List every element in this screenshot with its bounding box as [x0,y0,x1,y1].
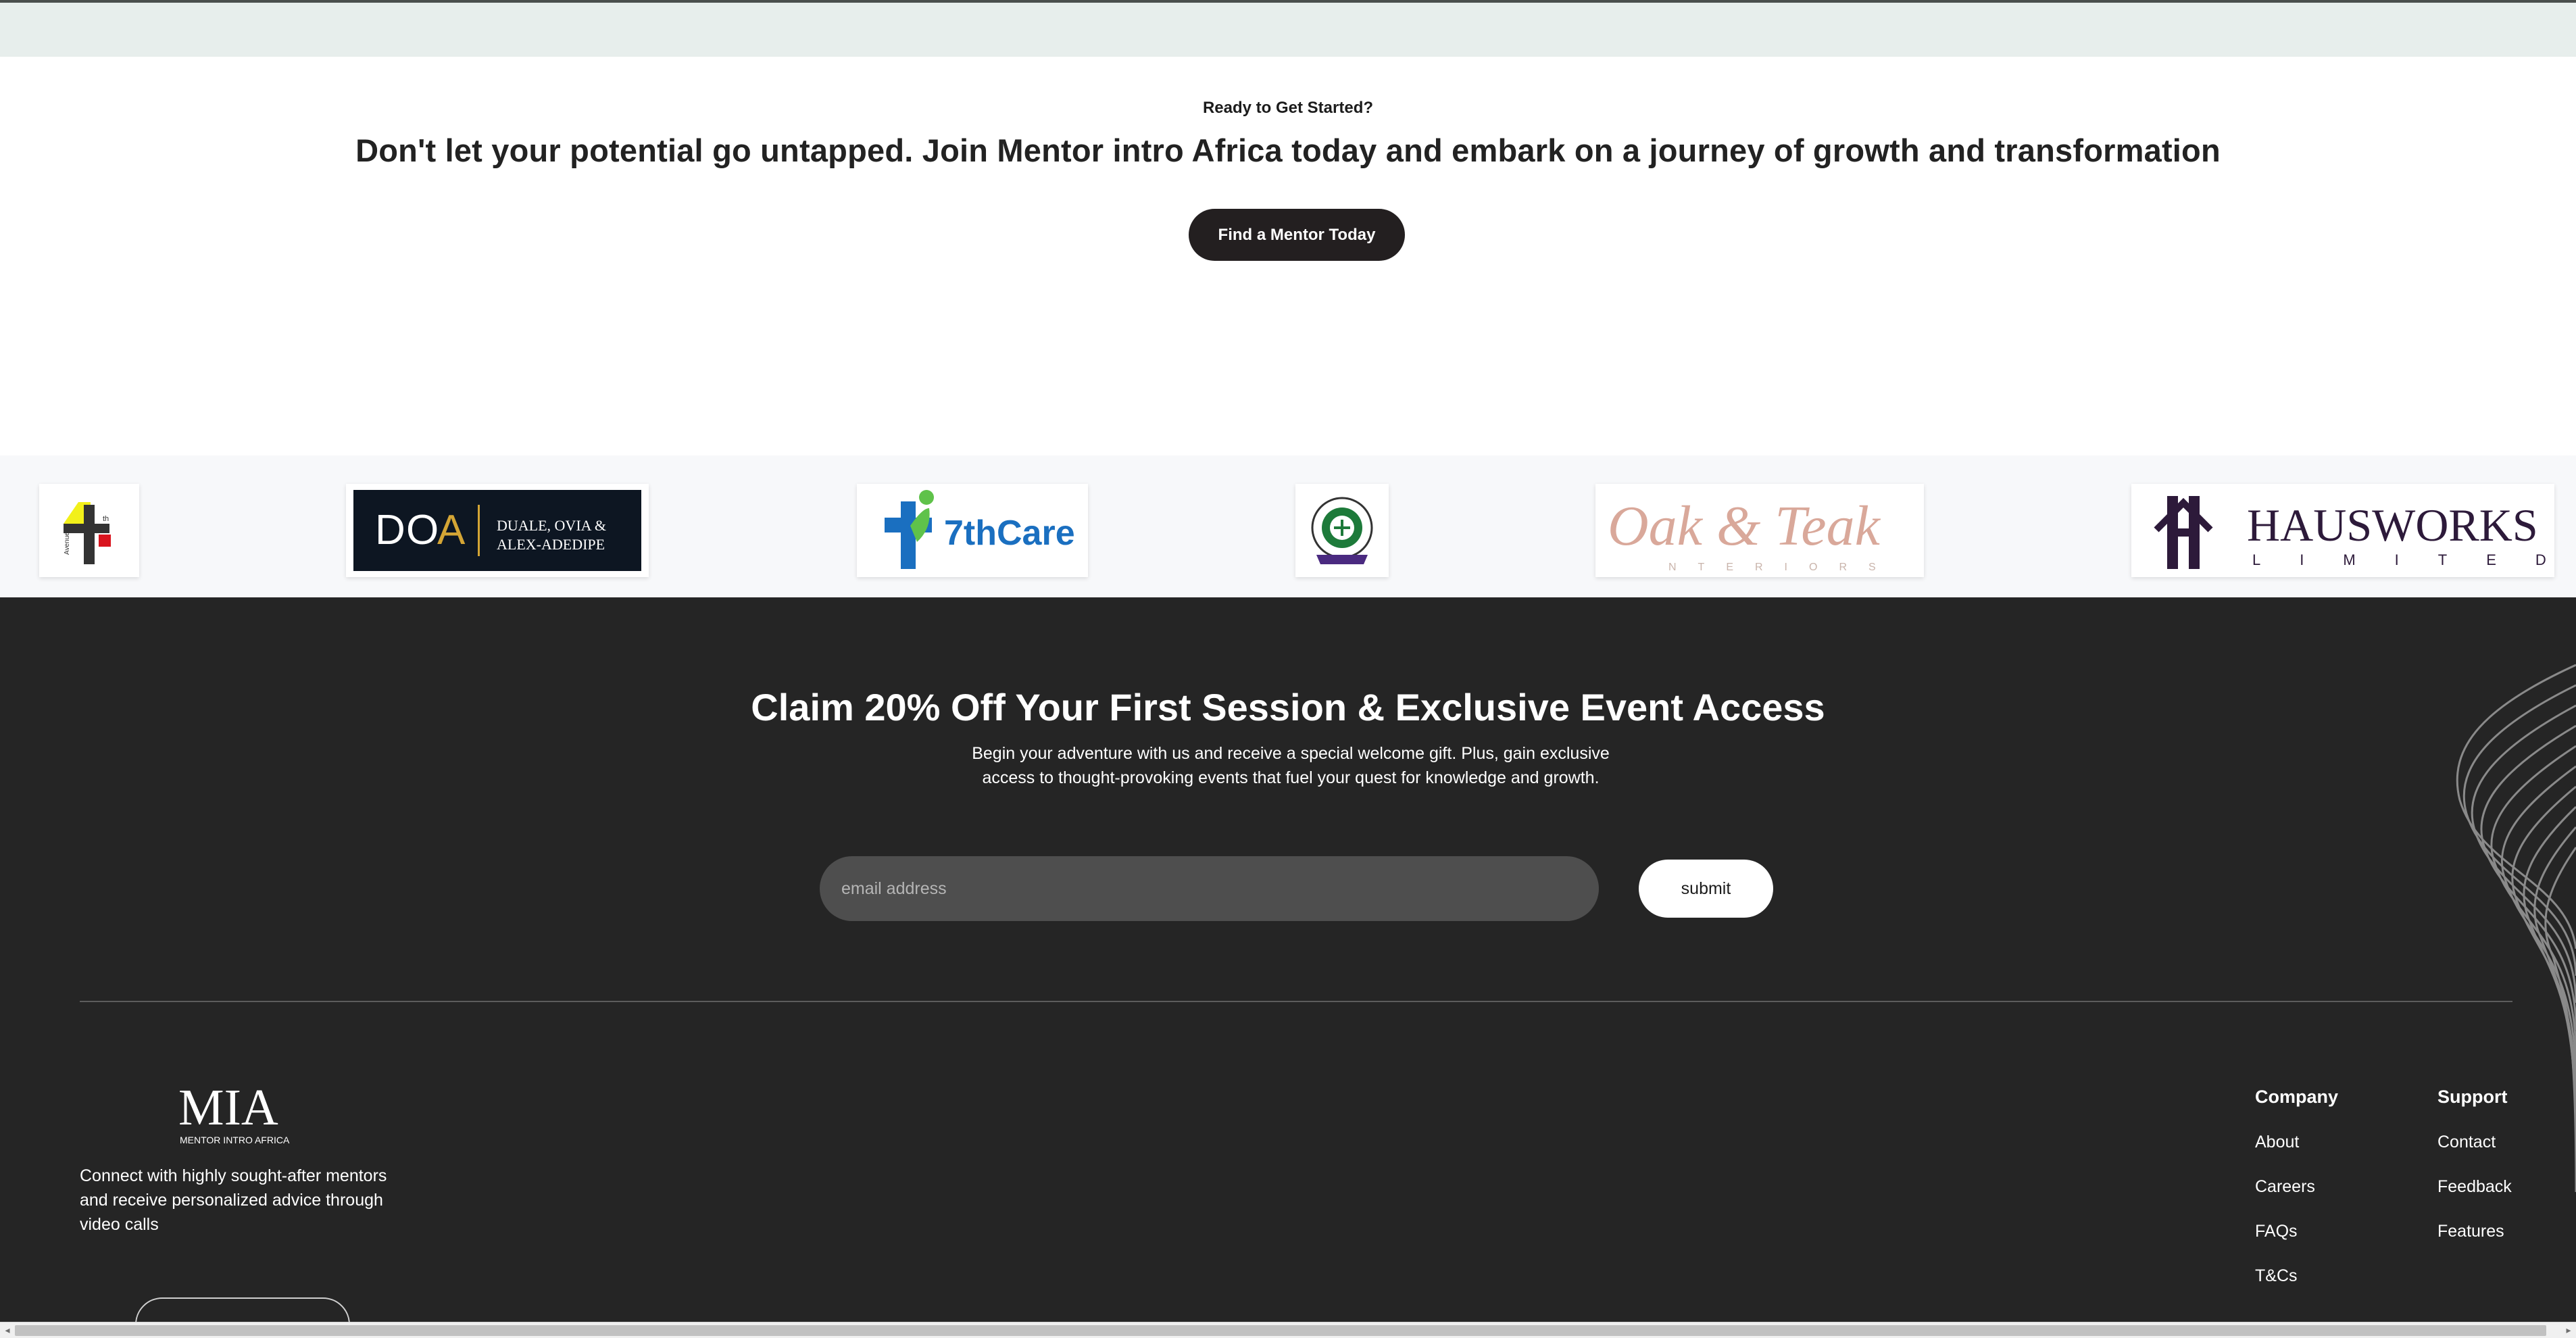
mia-logo-name: MENTOR INTRO AFRICA [180,1135,290,1145]
partner-logo-avenue4[interactable]: Avenue th [39,484,139,577]
cta-section: Ready to Get Started? Don't let your pot… [0,57,2576,455]
avenue4-logo-icon: Avenue th [64,502,111,564]
promo-title: Claim 20% Off Your First Session & Exclu… [751,686,1825,728]
footer-outline-button[interactable] [135,1297,350,1322]
svg-text:O: O [406,507,439,553]
footer-link-features[interactable]: Features [2437,1222,2504,1241]
find-mentor-button[interactable]: Find a Mentor Today [1189,209,1405,261]
footer-link-faqs[interactable]: FAQs [2255,1222,2298,1241]
oak-teak-wordmark: Oak & Teak [1608,495,1881,558]
oak-teak-sub: NTERIORS [1668,562,1898,573]
partner-logo-doa[interactable]: D O A DUALE, OVIA & ALEX-ADEDIPE [346,484,649,577]
cta-eyebrow: Ready to Get Started? [1202,99,1374,117]
email-input[interactable] [820,856,1599,921]
oak-teak-logo-icon: Oak & Teak NTERIORS [1608,495,1898,573]
footer-link-about[interactable]: About [2255,1133,2299,1152]
footer-link-feedback[interactable]: Feedback [2437,1177,2512,1197]
partner-logo-covenant[interactable] [1295,484,1389,577]
svg-text:Avenue: Avenue [64,532,71,555]
hausworks-sub: LIMITED [2252,551,2546,568]
footer-divider [80,1001,2512,1002]
promo-text: Begin your adventure with us and receive… [972,744,1610,787]
footer: Claim 20% Off Your First Session & Exclu… [0,597,2576,1322]
submit-button[interactable]: submit [1639,860,1773,918]
scroll-right-icon[interactable]: ▸ [2562,1324,2575,1337]
doa-line1-text: DUALE, OVIA & [497,517,606,534]
footer-description: Connect with highly sought-after mentors… [80,1166,387,1234]
svg-text:th: th [103,515,109,523]
partner-logo-hausworks[interactable]: HAUSWORKS LIMITED [2131,484,2554,577]
partner-logo-oak-teak[interactable]: Oak & Teak NTERIORS [1595,484,1924,577]
footer-link-careers[interactable]: Careers [2255,1177,2315,1197]
svg-text:7thCare: 7thCare [944,514,1075,553]
svg-text:A: A [437,507,466,553]
footer-link-tcs[interactable]: T&Cs [2255,1266,2298,1286]
scrollbar-thumb[interactable] [15,1325,2546,1336]
cta-headline: Don't let your potential go untapped. Jo… [355,132,2221,168]
doa-line2-text: ALEX-ADEDIPE [497,536,605,553]
svg-text:D: D [375,507,405,553]
hausworks-logo-icon: HAUSWORKS LIMITED [2154,496,2546,569]
covenant-crest-icon [1311,497,1373,564]
horizontal-scrollbar[interactable]: ◂ ▸ [0,1322,2576,1338]
company-column-title: Company [2255,1087,2339,1107]
scroll-left-icon[interactable]: ◂ [1,1324,14,1337]
support-column-title: Support [2437,1087,2508,1107]
footer-link-contact[interactable]: Contact [2437,1133,2496,1152]
partner-logo-7thcare[interactable]: 7thCare [857,484,1088,577]
7thcare-logo-icon: 7thCare [885,490,1075,569]
mia-logo-icon: MIA MENTOR INTRO AFRICA [178,1079,290,1145]
doa-logo-icon: D O A DUALE, OVIA & ALEX-ADEDIPE [353,490,641,571]
mia-logo-mark: MIA [178,1079,278,1136]
hausworks-wordmark: HAUSWORKS [2247,499,2538,551]
partner-logos-strip: Avenue th D O A DUALE, OVIA & ALEX-ADEDI… [0,455,2576,597]
top-strip [0,0,2576,57]
